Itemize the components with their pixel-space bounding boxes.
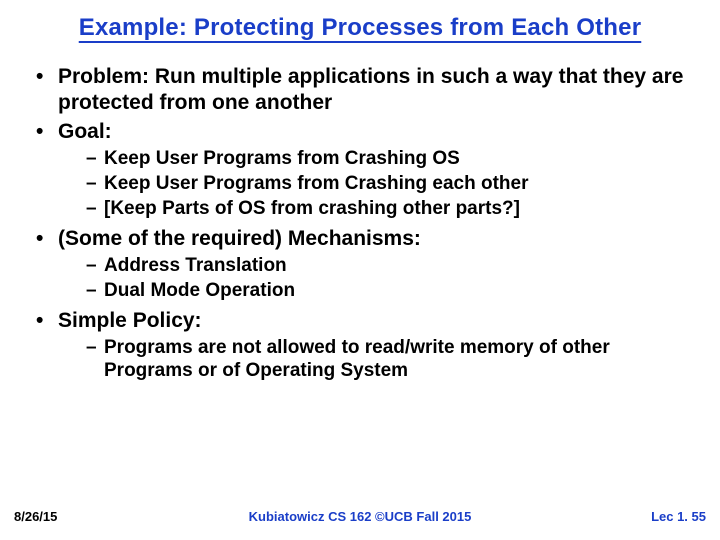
sub-item: Dual Mode Operation [86, 279, 684, 302]
slide-body: Problem: Run multiple applications in su… [0, 44, 720, 382]
sub-item: Keep User Programs from Crashing each ot… [86, 172, 684, 195]
bullet-list: Problem: Run multiple applications in su… [36, 64, 684, 382]
bullet-mechanisms: (Some of the required) Mechanisms: Addre… [36, 226, 684, 302]
sub-text: Dual Mode Operation [104, 280, 295, 301]
sub-item: Programs are not allowed to read/write m… [86, 336, 684, 382]
bullet-text: Problem: Run multiple applications in su… [58, 65, 683, 114]
sub-text: Keep User Programs from Crashing OS [104, 148, 460, 169]
sub-text: Programs are not allowed to read/write m… [104, 337, 610, 381]
slide: Example: Protecting Processes from Each … [0, 0, 720, 540]
sub-text: Address Translation [104, 255, 287, 276]
footer-lecture: Lec 1. 55 [651, 509, 706, 524]
sub-list: Programs are not allowed to read/write m… [58, 336, 684, 382]
sub-list: Address Translation Dual Mode Operation [58, 254, 684, 302]
sub-item: Keep User Programs from Crashing OS [86, 147, 684, 170]
bullet-text: Simple Policy: [58, 309, 202, 332]
bullet-policy: Simple Policy: Programs are not allowed … [36, 308, 684, 382]
bullet-goal: Goal: Keep User Programs from Crashing O… [36, 119, 684, 220]
sub-item: Address Translation [86, 254, 684, 277]
bullet-text: (Some of the required) Mechanisms: [58, 227, 421, 250]
footer-center: Kubiatowicz CS 162 ©UCB Fall 2015 [0, 509, 720, 524]
sub-text: Keep User Programs from Crashing each ot… [104, 173, 528, 194]
sub-list: Keep User Programs from Crashing OS Keep… [58, 147, 684, 221]
bullet-text: Goal: [58, 120, 112, 143]
bullet-problem: Problem: Run multiple applications in su… [36, 64, 684, 115]
sub-item: [Keep Parts of OS from crashing other pa… [86, 197, 684, 220]
sub-text: [Keep Parts of OS from crashing other pa… [104, 198, 520, 219]
slide-title: Example: Protecting Processes from Each … [0, 0, 720, 44]
